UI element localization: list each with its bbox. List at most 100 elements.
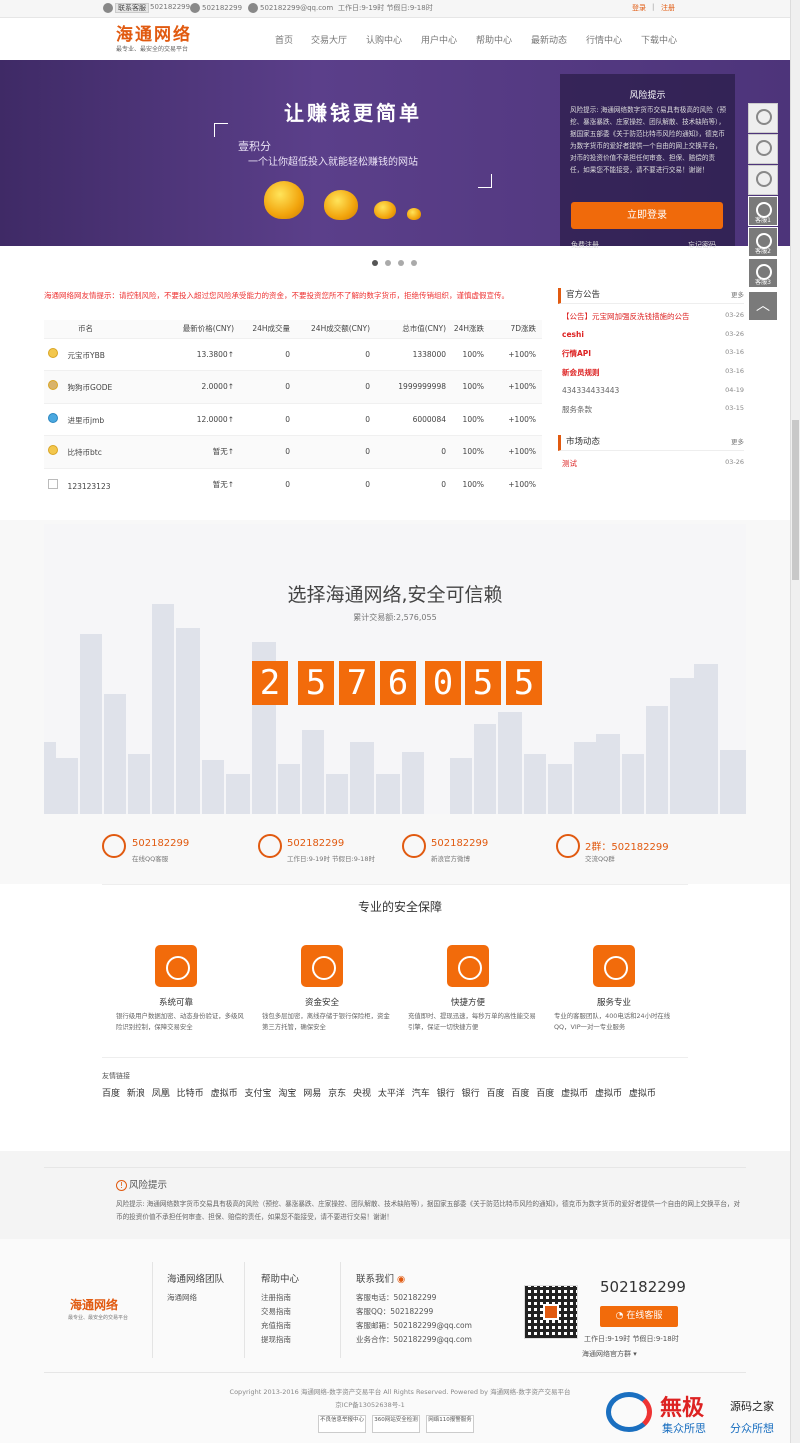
site-logo[interactable]: 海通网络 xyxy=(116,20,192,45)
contact-phone[interactable]: 502182299 xyxy=(287,838,344,849)
friend-link[interactable]: 银行 xyxy=(462,1089,480,1099)
corner-decoration xyxy=(478,174,492,188)
side-qq-1[interactable]: 客服1 xyxy=(748,196,778,226)
nav-subscribe[interactable]: 认购中心 xyxy=(366,33,402,46)
friend-link[interactable]: 虚拟币 xyxy=(629,1089,656,1099)
announcements-more-link[interactable]: 更多 xyxy=(731,289,744,299)
friend-link[interactable]: 虚拟币 xyxy=(595,1089,622,1099)
table-row[interactable]: 元宝币YBB 13.3800↑ 0 0 1338000 100% +100% xyxy=(44,337,542,371)
nav-news[interactable]: 最新动态 xyxy=(531,33,567,46)
side-phone-button[interactable] xyxy=(748,165,778,195)
coin-icon xyxy=(48,347,58,358)
watermark-logo: 無极 xyxy=(660,1395,705,1421)
friend-link[interactable]: 银行 xyxy=(437,1089,455,1099)
report-badge[interactable]: 不良信息举报中心 xyxy=(318,1415,366,1433)
nav-quotes[interactable]: 行情中心 xyxy=(586,33,622,46)
phone-icon xyxy=(190,3,200,13)
friend-link[interactable]: 淘宝 xyxy=(278,1089,296,1099)
counter-digit: 5 xyxy=(298,661,334,705)
login-now-button[interactable]: 立即登录 xyxy=(571,202,723,229)
coin-placeholder-icon xyxy=(48,478,58,489)
coin-icon xyxy=(48,445,58,456)
market-news-more-link[interactable]: 更多 xyxy=(731,436,744,446)
list-item[interactable]: 测试 03-26 xyxy=(562,458,744,469)
carousel-dot[interactable] xyxy=(398,260,404,266)
official-group-dropdown[interactable]: 海通网络官方群 ▾ xyxy=(582,1348,637,1360)
footer-link[interactable]: 提现指南 xyxy=(261,1333,291,1347)
icp-number[interactable]: 京ICP备13052638号-1 xyxy=(0,1399,770,1409)
risk-footer-text: 风险提示: 海通网络数字货币交易具有极高的风险（预挖、暴涨暴跌、庄家操控、团队解… xyxy=(116,1200,741,1221)
footer-link[interactable]: 交易指南 xyxy=(261,1305,291,1319)
list-item[interactable]: 新会员规则 03-16 xyxy=(562,367,744,378)
side-chat-button[interactable] xyxy=(748,134,778,164)
nav-trade[interactable]: 交易大厅 xyxy=(311,33,347,46)
list-item[interactable]: 服务条款 03-15 xyxy=(562,404,744,415)
list-item[interactable]: 行情API 03-16 xyxy=(562,348,744,359)
login-link[interactable]: 登录 xyxy=(632,3,646,13)
free-register-link[interactable]: 免费注册 xyxy=(571,240,599,250)
friend-link[interactable]: 百度 xyxy=(102,1089,120,1099)
nav-user[interactable]: 用户中心 xyxy=(421,33,457,46)
chat-icon xyxy=(756,140,772,156)
table-row[interactable]: 进里币jmb 12.0000↑ 0 0 6000084 100% +100% xyxy=(44,402,542,436)
security-badge[interactable]: 360网站安全检测 xyxy=(372,1415,420,1433)
friend-link[interactable]: 京东 xyxy=(328,1089,346,1099)
footer-link[interactable]: 海通网络 xyxy=(167,1291,197,1305)
friend-link[interactable]: 百度 xyxy=(536,1089,554,1099)
coin-icon xyxy=(48,380,58,391)
table-row[interactable]: 比特币btc 暂无↑ 0 0 0 100% +100% xyxy=(44,435,542,468)
money-bag-icon xyxy=(324,190,358,220)
contact-qq[interactable]: 502182299 xyxy=(132,838,189,849)
friend-link[interactable]: 百度 xyxy=(486,1089,504,1099)
divider xyxy=(44,1167,746,1168)
top-hours: 工作日:9-19时 节假日:9-18时 xyxy=(338,4,433,12)
forgot-password-link[interactable]: 忘记密码 xyxy=(688,240,716,250)
side-qq-2[interactable]: 客服2 xyxy=(748,227,778,257)
police-badge[interactable]: 网络110报警服务 xyxy=(426,1415,474,1433)
weibo-icon[interactable]: ◉ xyxy=(397,1274,405,1285)
nav-help[interactable]: 帮助中心 xyxy=(476,33,512,46)
nav-download[interactable]: 下载中心 xyxy=(641,33,677,46)
money-bag-icon xyxy=(374,201,396,219)
table-row[interactable]: 狗狗币GODE 2.0000↑ 0 0 1999999998 100% +100… xyxy=(44,370,542,403)
top-email: 502182299@qq.com xyxy=(248,3,333,13)
contact-weibo[interactable]: 502182299 xyxy=(431,838,488,849)
friend-link[interactable]: 虚拟币 xyxy=(561,1089,588,1099)
footer-link[interactable]: 充值指南 xyxy=(261,1319,291,1333)
list-item[interactable]: ceshi 03-26 xyxy=(562,330,744,339)
service-contact[interactable]: 联系客服 xyxy=(103,3,149,13)
contact-group[interactable]: 2群：502182299 xyxy=(585,838,669,853)
carousel-dot[interactable] xyxy=(385,260,391,266)
qq-icon: ◔ xyxy=(615,1311,627,1321)
skyline-bar xyxy=(574,742,596,814)
friend-link[interactable]: 凤凰 xyxy=(152,1089,170,1099)
list-item[interactable]: 434334433443 04-19 xyxy=(562,386,744,395)
scrollbar[interactable] xyxy=(790,0,800,1443)
friend-link[interactable]: 央视 xyxy=(353,1089,371,1099)
friend-link[interactable]: 新浪 xyxy=(127,1089,145,1099)
carousel-dot[interactable] xyxy=(411,260,417,266)
scrollbar-thumb[interactable] xyxy=(792,420,799,580)
friend-link[interactable]: 比特币 xyxy=(177,1089,204,1099)
table-row[interactable]: 123123123 暂无↑ 0 0 0 100% +100% xyxy=(44,467,542,501)
back-to-top-button[interactable]: ︿ xyxy=(748,291,778,321)
online-service-button[interactable]: ◔ 在线客服 xyxy=(600,1306,678,1327)
carousel-dot[interactable] xyxy=(372,260,378,266)
friend-link[interactable]: 百度 xyxy=(511,1089,529,1099)
list-item[interactable]: 【公告】元宝网加强反洗钱措施的公告 03-26 xyxy=(562,311,744,322)
side-service-button[interactable] xyxy=(748,103,778,133)
banner-tagline: 一个让你超低投入就能轻松赚钱的网站 xyxy=(248,157,418,168)
footer-logo[interactable]: 海通网络 xyxy=(70,1296,118,1313)
side-qq-3[interactable]: 客服3 xyxy=(748,258,778,288)
warning-icon: ! xyxy=(116,1180,127,1191)
friend-link[interactable]: 虚拟币 xyxy=(211,1089,238,1099)
footer-link[interactable]: 注册指南 xyxy=(261,1291,291,1305)
friend-link[interactable]: 支付宝 xyxy=(244,1089,271,1099)
register-link[interactable]: 注册 xyxy=(661,3,675,13)
friend-link[interactable]: 网易 xyxy=(303,1089,321,1099)
risk-notice: 海通网络网友情提示：请控制风险，不要投入超过您风险承受能力的资金，不要投资您所不… xyxy=(44,291,509,300)
friend-link[interactable]: 汽车 xyxy=(412,1089,430,1099)
nav-home[interactable]: 首页 xyxy=(275,33,293,46)
table-header: 币名 最新价格(CNY) 24H成交量 24H成交额(CNY) 总市值(CNY)… xyxy=(44,320,542,338)
friend-link[interactable]: 太平洋 xyxy=(378,1089,405,1099)
